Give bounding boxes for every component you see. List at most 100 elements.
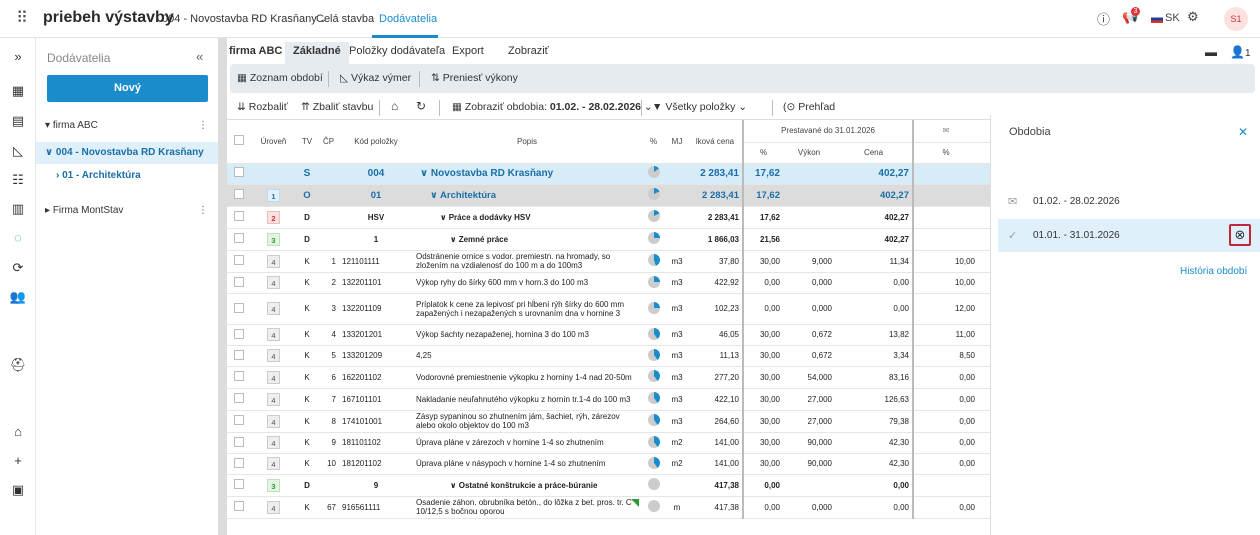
performed-output-cell[interactable] <box>783 206 835 229</box>
refresh-icon[interactable]: ↻ <box>416 99 426 113</box>
performed-pct-cell[interactable]: 30,00 <box>742 388 783 411</box>
code-cell[interactable]: 181201102 <box>339 453 413 475</box>
settings-gear-icon[interactable]: ⚙ <box>1187 9 1199 29</box>
overview-button[interactable]: (⊙ Prehľad <box>783 101 835 113</box>
performed-output-cell[interactable] <box>783 474 835 497</box>
app-brand[interactable]: priebeh výstavby <box>43 9 174 27</box>
table-row[interactable]: 4 K 9 181101102 Úprava pláne v zárezoch v ho… <box>227 432 990 454</box>
performed-pct-cell[interactable]: 30,00 <box>742 410 783 433</box>
tab-supplier-items[interactable]: Položky dodávateľa <box>349 45 445 57</box>
description-cell[interactable]: Výkop šachty nezapaženej, hornina 3 do 1… <box>413 324 641 346</box>
code-cell[interactable]: 916561111 <box>339 496 413 519</box>
performed-output-cell[interactable]: 0,672 <box>783 345 835 367</box>
show-period-select[interactable]: ▦ Zobraziť obdobia: 01.02. - 28.02.2026 … <box>452 101 653 113</box>
description-cell[interactable]: Vodorovné premiestnenie výkopku z hornin… <box>413 366 641 389</box>
next-pct-cell[interactable] <box>912 206 978 229</box>
table-icon[interactable]: ☷ <box>9 171 27 189</box>
chevron-down-icon[interactable]: ∨ <box>450 235 459 244</box>
row-checkbox[interactable] <box>234 415 244 425</box>
code-cell[interactable]: 01 <box>339 184 413 207</box>
performed-output-cell[interactable]: 0,000 <box>783 293 835 325</box>
col-pct[interactable]: % <box>641 120 666 164</box>
table-row[interactable]: 4 K 2 132201101 Výkop ryhy do šírky 600 mm v… <box>227 272 990 294</box>
more-options-icon[interactable]: ⋮ <box>198 200 208 222</box>
col-performed-pct[interactable]: % <box>742 142 783 164</box>
table-row[interactable]: 3 D 1 ∨ Zemné práce 1 866,03 21,56 402,27 <box>227 228 990 251</box>
chevron-down-icon[interactable]: ∨ <box>450 481 459 490</box>
measure-icon[interactable]: ◺ <box>9 142 27 160</box>
performed-pct-cell[interactable]: 0,00 <box>742 293 783 325</box>
tab-view[interactable]: Zobraziť <box>508 45 549 57</box>
project-selector[interactable]: 004 - Novostavba RD Krasňany ⌄ <box>162 13 326 25</box>
performed-pct-cell[interactable]: 0,00 <box>742 474 783 497</box>
period-row[interactable]: ✉ 01.02. - 28.02.2026 <box>998 185 1260 218</box>
table-row[interactable]: 4 K 7 167101101 Nakladanie neuľahnutého výko… <box>227 388 990 411</box>
share-user-icon[interactable]: 👤1 <box>1230 45 1251 59</box>
chevron-down-icon[interactable]: ∨ <box>440 213 449 222</box>
col-total-price[interactable]: lková cena <box>688 120 743 164</box>
report-icon[interactable]: ▣ <box>9 481 27 499</box>
performed-pct-cell[interactable]: 21,56 <box>742 228 783 251</box>
chevron-down-icon[interactable]: ∨ <box>430 190 440 201</box>
row-checkbox[interactable] <box>234 393 244 403</box>
table-row[interactable]: 4 K 4 133201201 Výkop šachty nezapaženej, ho… <box>227 324 990 346</box>
comment-icon[interactable]: ▬ <box>1205 45 1217 59</box>
performed-output-cell[interactable]: 27,000 <box>783 410 835 433</box>
code-cell[interactable]: 132201101 <box>339 272 413 294</box>
code-cell[interactable]: 121101111 <box>339 250 413 273</box>
code-cell[interactable]: 133201209 <box>339 345 413 367</box>
progress-icon[interactable]: ◌ <box>9 229 27 247</box>
tab-export[interactable]: Export <box>452 45 484 57</box>
code-cell[interactable]: 167101101 <box>339 388 413 411</box>
description-cell[interactable]: Osadenie záhon. obrubníka betón., do lôž… <box>413 496 641 519</box>
next-pct-cell[interactable] <box>912 184 978 207</box>
table-row[interactable]: 2 D HSV ∨ Práce a dodávky HSV 2 283,41 17,62 4… <box>227 206 990 229</box>
period-list-button[interactable]: ▦ Zoznam období <box>237 72 323 84</box>
performed-output-cell[interactable]: 90,000 <box>783 432 835 454</box>
next-pct-cell[interactable]: 11,00 <box>912 324 978 346</box>
code-cell[interactable]: 1 <box>339 228 413 251</box>
performed-output-cell[interactable] <box>783 163 835 185</box>
tree-node-project[interactable]: ∨ 004 - Novostavba RD Krasňany <box>36 142 218 164</box>
row-checkbox[interactable] <box>234 501 244 511</box>
description-cell[interactable]: ∨ Práce a dodávky HSV <box>413 206 641 229</box>
code-cell[interactable]: 162201102 <box>339 366 413 389</box>
table-row[interactable]: 4 K 67 916561111 Osadenie záhon. obrubníka b… <box>227 496 990 519</box>
row-checkbox[interactable] <box>234 371 244 381</box>
row-checkbox[interactable] <box>234 479 244 489</box>
select-all-checkbox[interactable] <box>234 135 244 146</box>
next-pct-cell[interactable]: 0,00 <box>912 388 978 411</box>
code-cell[interactable]: 9 <box>339 474 413 497</box>
next-pct-cell[interactable]: 0,00 <box>912 366 978 389</box>
table-row[interactable]: 4 K 8 174101001 Zásyp sypaninou so zhutnením… <box>227 410 990 433</box>
table-row[interactable]: 4 K 10 181201102 Úprava pláne v násypoch v h… <box>227 453 990 475</box>
col-level[interactable]: Úroveň <box>251 120 296 164</box>
code-cell[interactable]: 132201109 <box>339 293 413 325</box>
row-checkbox[interactable] <box>234 276 244 287</box>
code-cell[interactable]: 181101102 <box>339 432 413 454</box>
table-row[interactable]: 4 K 3 132201109 Príplatok k cene za lepivosť… <box>227 293 990 325</box>
description-cell[interactable]: Odstránenie ornice s vodor. premiestn. n… <box>413 250 641 273</box>
home-icon[interactable]: ⌂ <box>391 99 398 113</box>
row-select-cell[interactable] <box>227 432 251 454</box>
row-select-cell[interactable] <box>227 272 251 294</box>
description-cell[interactable]: Nakladanie neuľahnutého výkopku z hornín… <box>413 388 641 411</box>
panel-splitter[interactable] <box>219 38 227 535</box>
user-avatar[interactable]: S1 <box>1224 7 1248 31</box>
next-pct-cell[interactable]: 0,00 <box>912 432 978 454</box>
row-select-cell[interactable] <box>227 293 251 325</box>
row-checkbox[interactable] <box>234 188 244 199</box>
period-history-link[interactable]: História období <box>1180 266 1247 277</box>
code-cell[interactable]: 133201201 <box>339 324 413 346</box>
collapse-panel-icon[interactable]: « <box>196 49 203 64</box>
col-description[interactable]: Popis <box>413 120 641 164</box>
description-cell[interactable]: ∨ Architektúra <box>413 184 641 207</box>
row-select-cell[interactable] <box>227 163 251 185</box>
next-pct-cell[interactable] <box>912 163 978 185</box>
next-pct-cell[interactable]: 10,00 <box>912 272 978 294</box>
tree-node-firma-abc[interactable]: ▾ firma ABC ⋮ <box>36 115 218 137</box>
worker-icon[interactable]: ⛑ <box>9 356 27 374</box>
nav-whole-build[interactable]: Celá stavba <box>316 13 374 25</box>
description-cell[interactable]: 4,25 <box>413 345 641 367</box>
col-code[interactable]: Kód položky <box>339 120 413 164</box>
